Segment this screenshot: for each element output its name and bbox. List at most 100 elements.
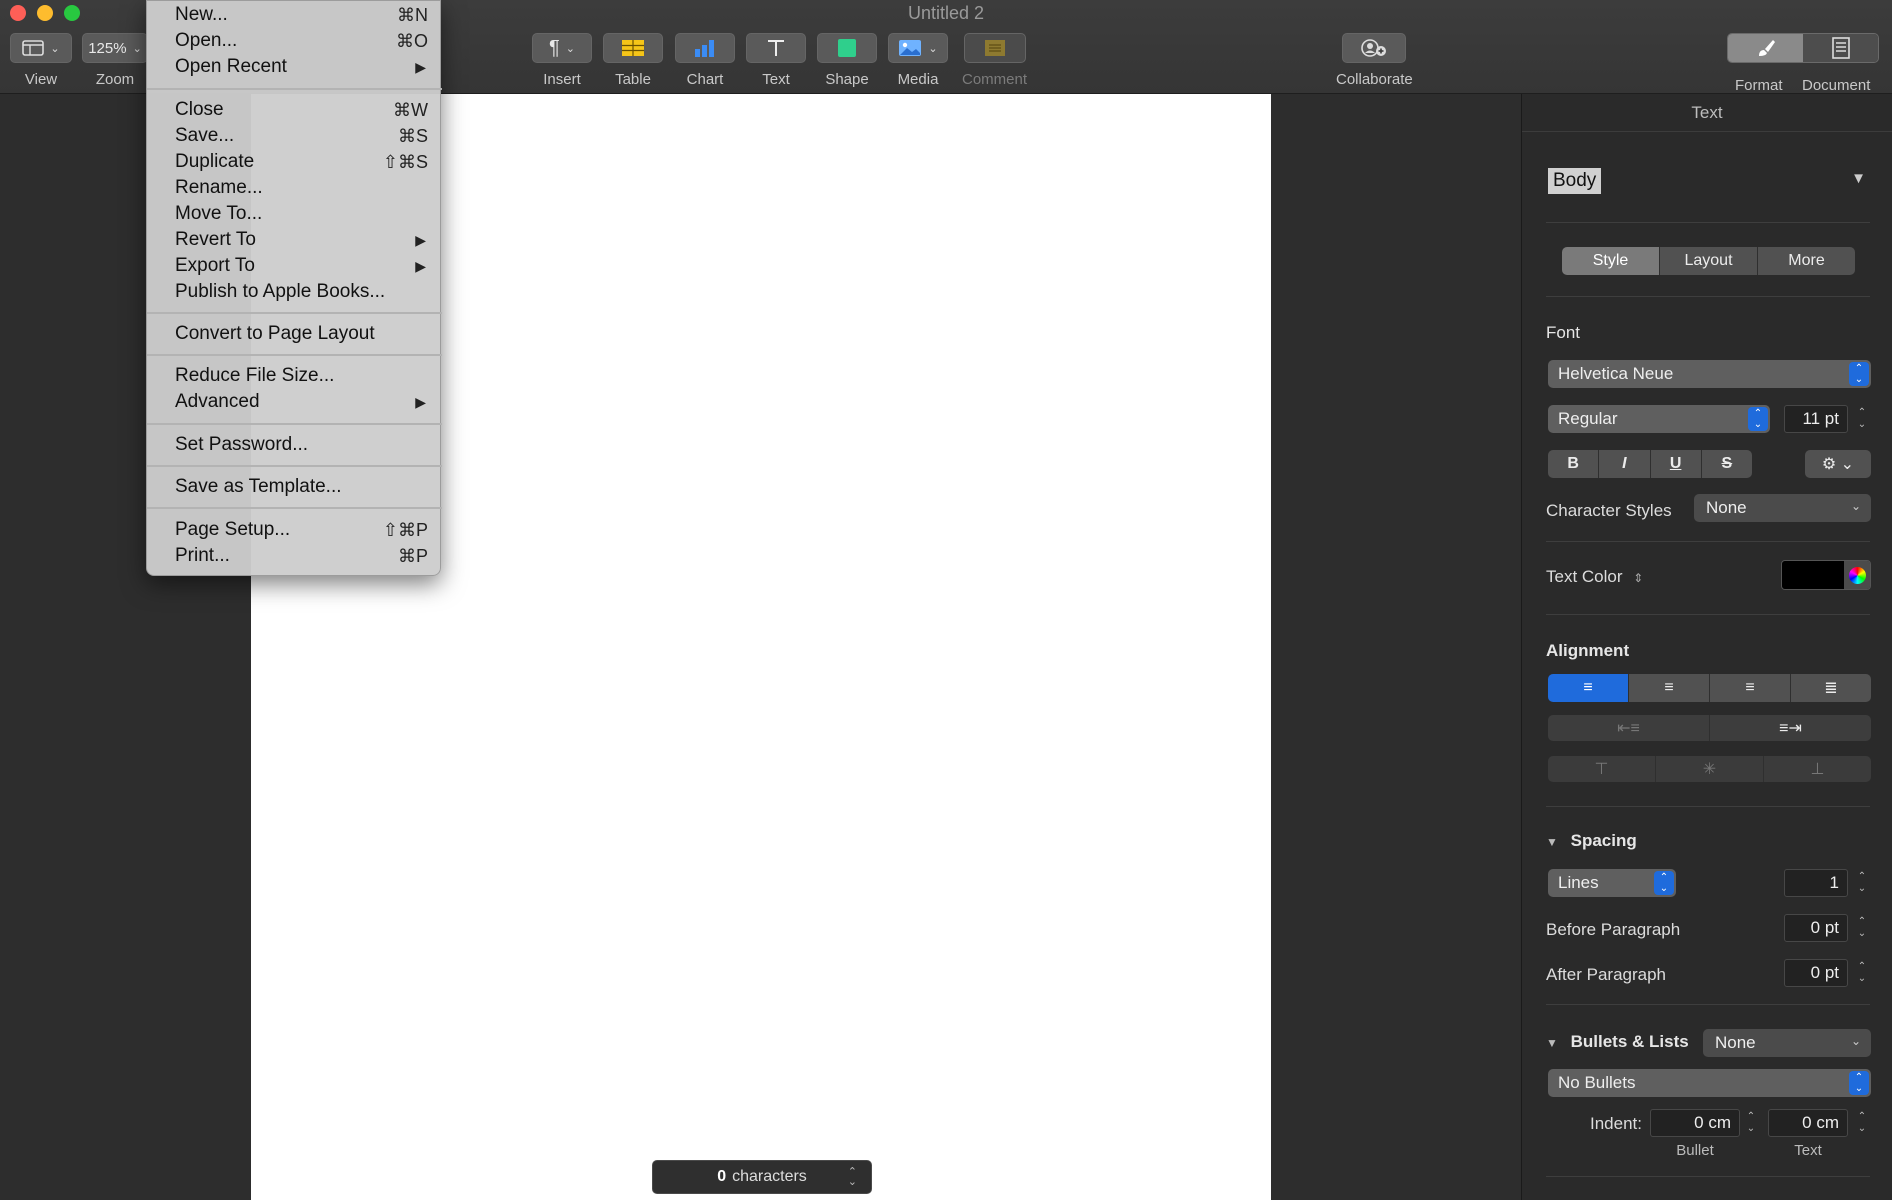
- before-paragraph-stepper[interactable]: ⌃ ⌄: [1855, 914, 1869, 942]
- collaborate-control[interactable]: Collaborate: [1336, 33, 1413, 88]
- bullet-indent-stepper[interactable]: ⌃ ⌄: [1744, 1109, 1758, 1137]
- tab-style[interactable]: Style: [1562, 247, 1660, 275]
- menu-item-print[interactable]: Print... ⌘P: [147, 543, 442, 569]
- word-count-popup[interactable]: 0 characters ⌃ ⌄: [652, 1160, 872, 1194]
- divider: [1546, 222, 1870, 223]
- menu-item-move-to[interactable]: Move To...: [147, 201, 442, 227]
- menu-item-reduce-file-size[interactable]: Reduce File Size...: [147, 363, 442, 389]
- menu-item-advanced[interactable]: Advanced ▶: [147, 389, 442, 415]
- underline-button[interactable]: U: [1650, 450, 1702, 478]
- comment-button[interactable]: [963, 33, 1026, 63]
- before-paragraph-field[interactable]: 0 pt: [1784, 914, 1848, 942]
- decrease-indent-button[interactable]: ⇤≡: [1548, 715, 1710, 741]
- align-middle-icon: ✳: [1702, 761, 1717, 778]
- font-weight-popup[interactable]: Regular ⌃ ⌄: [1548, 405, 1770, 433]
- menu-shortcut: ⇧⌘S: [382, 151, 428, 172]
- menu-item-save[interactable]: Save... ⌘S: [147, 123, 442, 149]
- zoom-control[interactable]: 125% ⌄ Zoom: [82, 33, 148, 88]
- insert-control[interactable]: ¶ ⌄ Insert: [532, 33, 592, 88]
- chart-control[interactable]: Chart: [675, 33, 735, 88]
- comment-control[interactable]: Comment: [962, 33, 1027, 88]
- menu-item-close[interactable]: Close ⌘W: [147, 97, 442, 123]
- view-control[interactable]: ⌄ View: [10, 33, 72, 88]
- tab-more[interactable]: More: [1758, 247, 1855, 275]
- align-top-button[interactable]: ⊤: [1548, 756, 1656, 782]
- pilcrow-icon: ¶: [549, 36, 560, 59]
- table-button[interactable]: [603, 33, 663, 63]
- disclosure-triangle-icon: ▼: [1851, 170, 1866, 187]
- text-color-well[interactable]: [1781, 560, 1871, 590]
- menu-item-label: Print...: [175, 545, 230, 566]
- file-menu: New... ⌘N Open... ⌘O Open Recent ▶ Close ⌘W …: [146, 0, 442, 576]
- shape-icon: [838, 39, 856, 57]
- menu-item-label: Duplicate: [175, 151, 255, 172]
- after-paragraph-field[interactable]: 0 pt: [1784, 959, 1848, 987]
- bold-button[interactable]: B: [1548, 450, 1600, 478]
- menu-item-convert-page-layout[interactable]: Convert to Page Layout: [147, 321, 442, 347]
- menu-item-new[interactable]: New... ⌘N: [147, 2, 442, 28]
- document-button[interactable]: [1803, 34, 1878, 62]
- format-button[interactable]: [1728, 34, 1803, 62]
- menu-item-revert-to[interactable]: Revert To ▶: [147, 227, 442, 253]
- font-family-popup[interactable]: Helvetica Neue ⌃ ⌄: [1548, 360, 1871, 388]
- justify-icon: ≣: [1824, 680, 1838, 697]
- chevron-down-icon: ⌄: [1850, 1034, 1861, 1048]
- line-spacing-field[interactable]: 1: [1784, 869, 1848, 897]
- menu-item-label: Close: [175, 99, 224, 120]
- character-styles-popup[interactable]: None ⌄: [1694, 494, 1871, 522]
- chart-button[interactable]: [675, 33, 735, 63]
- align-center-button[interactable]: ≡: [1629, 674, 1710, 702]
- paragraph-style-selector[interactable]: Body ▼: [1546, 160, 1870, 204]
- menu-item-open-recent[interactable]: Open Recent ▶: [147, 54, 442, 80]
- menu-item-publish-apple-books[interactable]: Publish to Apple Books...: [147, 279, 442, 305]
- text-color-label-text: Text Color: [1546, 567, 1623, 586]
- text-options-button[interactable]: ⚙ ⌄: [1805, 450, 1871, 478]
- menu-item-duplicate[interactable]: Duplicate ⇧⌘S: [147, 149, 442, 175]
- increase-indent-button[interactable]: ≡⇥: [1710, 715, 1871, 741]
- text-button[interactable]: [746, 33, 806, 63]
- align-middle-button[interactable]: ✳: [1656, 756, 1764, 782]
- text-indent-field[interactable]: 0 cm: [1768, 1109, 1848, 1137]
- menu-item-rename[interactable]: Rename...: [147, 175, 442, 201]
- bullet-type-popup[interactable]: No Bullets ⌃ ⌄: [1548, 1069, 1871, 1097]
- italic-button[interactable]: I: [1599, 450, 1651, 478]
- align-bottom-icon: ⊥: [1810, 761, 1825, 778]
- view-button[interactable]: ⌄: [10, 33, 72, 63]
- line-spacing-popup[interactable]: Lines ⌃ ⌄: [1548, 869, 1676, 897]
- menu-item-save-as-template[interactable]: Save as Template...: [147, 474, 442, 500]
- inspector-header: Text: [1522, 94, 1892, 132]
- text-options-control: ⚙ ⌄: [1805, 450, 1871, 478]
- font-size-field[interactable]: 11 pt: [1784, 405, 1848, 433]
- table-control[interactable]: Table: [603, 33, 663, 88]
- menu-item-set-password[interactable]: Set Password...: [147, 432, 442, 458]
- shape-control[interactable]: Shape: [817, 33, 877, 88]
- zoom-popup[interactable]: 125% ⌄: [82, 33, 148, 63]
- menu-item-open[interactable]: Open... ⌘O: [147, 28, 442, 54]
- align-bottom-button[interactable]: ⊥: [1764, 756, 1871, 782]
- after-paragraph-stepper[interactable]: ⌃ ⌄: [1855, 959, 1869, 987]
- strikethrough-button[interactable]: S: [1701, 450, 1752, 478]
- media-button[interactable]: ⌄: [888, 33, 948, 63]
- menu-item-export-to[interactable]: Export To ▶: [147, 253, 442, 279]
- menu-item-page-setup[interactable]: Page Setup... ⇧⌘P: [147, 517, 442, 543]
- font-size-stepper[interactable]: ⌃ ⌄: [1855, 405, 1869, 433]
- line-spacing-stepper[interactable]: ⌃ ⌄: [1855, 869, 1869, 897]
- menu-shortcut: ⌘S: [397, 125, 428, 146]
- text-tabs: Style Layout More: [1562, 247, 1855, 275]
- bullets-section-toggle[interactable]: ▼ Bullets & Lists: [1546, 1032, 1696, 1052]
- spacing-section-toggle[interactable]: ▼ Spacing: [1546, 831, 1870, 851]
- media-control[interactable]: ⌄ Media: [888, 33, 948, 88]
- collaborate-button[interactable]: [1342, 33, 1407, 63]
- text-indent-stepper[interactable]: ⌃ ⌄: [1855, 1109, 1869, 1137]
- align-center-icon: ≡: [1664, 679, 1674, 696]
- list-style-popup[interactable]: None ⌄: [1703, 1029, 1871, 1057]
- tab-layout[interactable]: Layout: [1660, 247, 1758, 275]
- shape-button[interactable]: [817, 33, 877, 63]
- align-right-button[interactable]: ≡: [1710, 674, 1791, 702]
- insert-button[interactable]: ¶ ⌄: [532, 33, 592, 63]
- text-control[interactable]: Text: [746, 33, 806, 88]
- bullet-indent-field[interactable]: 0 cm: [1650, 1109, 1740, 1137]
- align-left-button[interactable]: ≡: [1548, 674, 1629, 702]
- justify-button[interactable]: ≣: [1791, 674, 1871, 702]
- color-wheel-icon[interactable]: [1844, 561, 1870, 589]
